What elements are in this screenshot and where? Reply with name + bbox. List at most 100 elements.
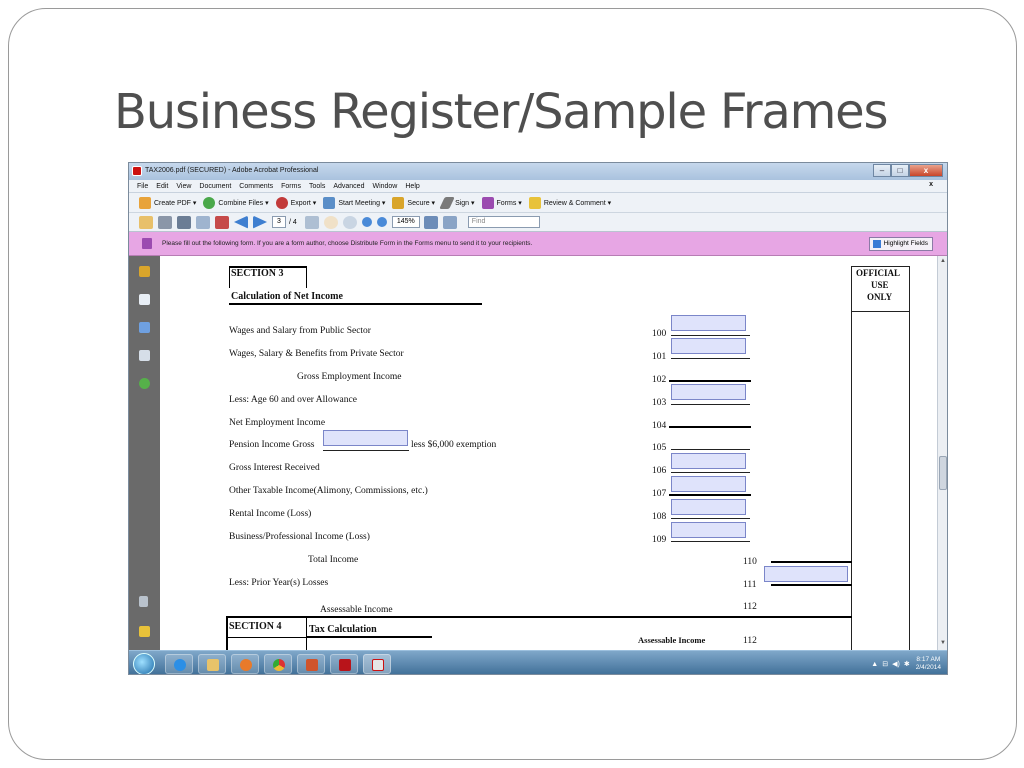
update-icon[interactable]: ✱ (904, 660, 910, 668)
network-icon[interactable]: ⊟ (882, 660, 888, 668)
scroll-thumb[interactable] (939, 456, 947, 490)
acrobat-screenshot: TAX2006.pdf (SECURED) - Adobe Acrobat Pr… (128, 162, 948, 675)
help-icon[interactable] (139, 378, 150, 389)
find-input[interactable]: Find (467, 216, 540, 228)
form-notice-icon (142, 238, 152, 249)
highlight-fields-icon (872, 240, 881, 248)
start-button-icon[interactable] (133, 653, 155, 674)
maximize-button[interactable]: □ (891, 164, 909, 177)
zoom-in-icon[interactable] (376, 217, 387, 227)
volume-icon[interactable]: ◀) (892, 660, 900, 668)
bookmarks-icon[interactable] (139, 322, 150, 333)
close-document-icon[interactable]: x (929, 181, 933, 188)
row-103-input[interactable] (671, 384, 746, 400)
section4-left-border (226, 616, 228, 650)
menu-edit[interactable]: Edit (156, 183, 168, 190)
comments-icon[interactable] (139, 626, 150, 637)
system-tray: ▲ ⊟ ◀) ✱ 8:17 AM 2/4/2014 (867, 654, 941, 674)
row-101-input[interactable] (671, 338, 746, 354)
lock-icon (392, 196, 405, 209)
open-folder-icon[interactable] (139, 215, 153, 229)
menu-tools[interactable]: Tools (309, 183, 325, 190)
taskbar-media[interactable] (231, 654, 259, 674)
row-105-line (671, 449, 750, 450)
pages-icon[interactable] (139, 294, 150, 305)
taskbar-acrobat-reader[interactable] (363, 654, 391, 674)
zoom-out-icon[interactable] (361, 217, 372, 227)
secure-button[interactable]: Secure ▾ (392, 196, 435, 209)
row-100-input[interactable] (671, 315, 746, 331)
row-109-line (671, 541, 750, 542)
row-107-input[interactable] (671, 476, 746, 492)
taskbar-acrobat[interactable] (330, 654, 358, 674)
forms-button[interactable]: Forms ▾ (481, 196, 522, 209)
next-page-icon[interactable] (253, 215, 267, 229)
meeting-icon (323, 196, 336, 209)
save-icon[interactable] (177, 215, 191, 229)
menu-file[interactable]: File (137, 183, 148, 190)
row-106-code: 106 (652, 466, 667, 476)
row-101-code: 101 (652, 352, 667, 362)
menu-advanced[interactable]: Advanced (333, 183, 364, 190)
previous-page-icon[interactable] (234, 215, 248, 229)
document-page: SECTION 3 Calculation of Net Income OFFI… (160, 256, 937, 650)
fit-width-icon[interactable] (442, 215, 457, 229)
review-label: Review & Comment ▾ (543, 199, 612, 207)
zoom-level-select[interactable]: 145% (391, 216, 420, 228)
select-cursor-icon[interactable] (304, 215, 319, 229)
vertical-scrollbar[interactable]: ▲ ▼ (937, 256, 947, 650)
zoom-tool-icon[interactable] (342, 215, 357, 229)
combine-files-button[interactable]: Combine Files ▾ (203, 196, 269, 209)
tray-expand-icon[interactable]: ▲ (871, 661, 878, 668)
menu-comments[interactable]: Comments (239, 183, 273, 190)
close-button[interactable]: x (909, 164, 943, 177)
menu-window[interactable]: Window (372, 183, 397, 190)
pension-income-input[interactable] (323, 430, 408, 446)
highlight-fields-button[interactable]: Highlight Fields (868, 237, 933, 251)
menu-forms[interactable]: Forms (281, 183, 301, 190)
row-111-input[interactable] (764, 566, 848, 582)
hand-tool-icon[interactable] (323, 215, 338, 229)
menu-document[interactable]: Document (199, 183, 231, 190)
form-notice-bar: Please fill out the following form. If y… (129, 232, 947, 256)
scroll-up-arrow-icon[interactable]: ▲ (939, 258, 947, 266)
row-107-line (669, 494, 751, 496)
start-meeting-button[interactable]: Start Meeting ▾ (323, 196, 385, 209)
window-controls: – □ x (873, 164, 943, 177)
print-icon[interactable] (158, 215, 172, 229)
row-108-code: 108 (652, 512, 667, 522)
attachment-icon[interactable] (139, 596, 148, 607)
signatures-icon[interactable] (139, 350, 150, 361)
clock[interactable]: 8:17 AM 2/4/2014 (916, 656, 941, 672)
acrobat-icon[interactable] (215, 215, 229, 229)
minimize-button[interactable]: – (873, 164, 891, 177)
official-use-label-3: ONLY (867, 292, 893, 302)
row-105-code: 105 (652, 443, 667, 453)
email-icon[interactable] (196, 215, 210, 229)
row-110-line (771, 561, 852, 563)
section4-title-underline (306, 636, 432, 638)
fit-page-icon[interactable] (423, 215, 438, 229)
taskbar-powerpoint[interactable] (297, 654, 325, 674)
review-comment-button[interactable]: Review & Comment ▾ (528, 196, 612, 209)
row-106-input[interactable] (671, 453, 746, 469)
create-pdf-label: Create PDF ▾ (154, 199, 197, 207)
create-pdf-button[interactable]: Create PDF ▾ (139, 196, 197, 209)
highlight-fields-label: Highlight Fields (883, 240, 928, 247)
menu-help[interactable]: Help (405, 183, 419, 190)
row-109-label: Business/Professional Income (Loss) (229, 532, 370, 542)
taskbar-chrome[interactable] (264, 654, 292, 674)
navigation-sidebar (129, 256, 160, 650)
menu-view[interactable]: View (176, 183, 191, 190)
taskbar-ie[interactable] (165, 654, 193, 674)
security-lock-icon[interactable] (139, 266, 150, 277)
page-number-input[interactable]: 3 (272, 216, 286, 228)
row-109-input[interactable] (671, 522, 746, 538)
tasks-toolbar: Create PDF ▾ Combine Files ▾ Export ▾ St… (129, 193, 947, 213)
taskbar-explorer[interactable] (198, 654, 226, 674)
row-108-input[interactable] (671, 499, 746, 515)
sign-button[interactable]: Sign ▾ (439, 196, 475, 209)
export-button[interactable]: Export ▾ (275, 196, 316, 209)
official-use-divider (851, 311, 910, 312)
scroll-down-arrow-icon[interactable]: ▼ (939, 640, 947, 648)
